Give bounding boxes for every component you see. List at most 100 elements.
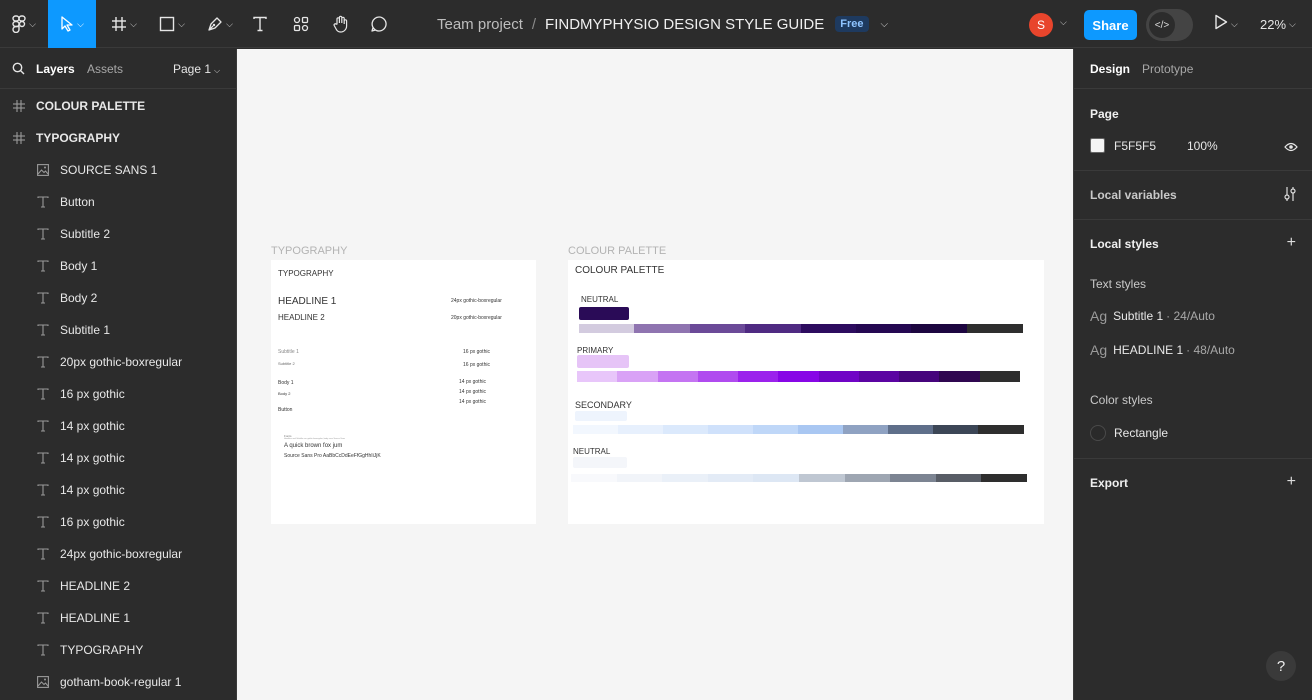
layer-name: Subtitle 1 — [60, 323, 111, 337]
layer-row[interactable]: 14 px gothic — [0, 442, 236, 474]
share-button[interactable]: Share — [1084, 10, 1137, 40]
text-tool-button[interactable] — [246, 0, 274, 48]
palette-ramp-swatch — [799, 474, 846, 482]
add-style-plus-icon[interactable]: + — [1287, 235, 1296, 251]
layer-row[interactable]: 14 px gothic — [0, 410, 236, 442]
page-selector[interactable]: Page 1 ⌵ — [173, 62, 220, 76]
search-icon[interactable] — [12, 62, 25, 80]
layer-row[interactable]: Button — [0, 186, 236, 218]
present-button[interactable]: ⌵ — [1214, 0, 1238, 48]
pen-tool-button[interactable]: ⌵ — [200, 0, 240, 48]
layer-row[interactable]: Body 2 — [0, 282, 236, 314]
file-name[interactable]: FINDMYPHYSIO DESIGN STYLE GUIDE — [545, 16, 824, 33]
page-color-swatch[interactable] — [1090, 138, 1105, 153]
page-opacity-value[interactable]: 100% — [1187, 139, 1218, 153]
layer-row[interactable]: Body 1 — [0, 250, 236, 282]
eye-icon[interactable] — [1284, 139, 1298, 157]
typography-frame-label[interactable]: TYPOGRAPHY — [271, 245, 347, 257]
shape-tool-button[interactable]: ⌵ — [152, 0, 192, 48]
palette-ramp-swatch — [911, 324, 968, 333]
body1-spec: 14 px gothic — [459, 379, 486, 385]
tab-assets[interactable]: Assets — [87, 62, 123, 76]
help-button[interactable]: ? — [1266, 651, 1296, 681]
comment-tool-button[interactable] — [366, 0, 392, 48]
page-color-value[interactable]: F5F5F5 — [1114, 139, 1156, 153]
layer-row[interactable]: Subtitle 1 — [0, 314, 236, 346]
local-variables-label[interactable]: Local variables — [1090, 188, 1177, 202]
palette-ramp-swatch — [890, 474, 937, 482]
hand-tool-button[interactable] — [328, 0, 354, 48]
text-style-icon: Ag — [1090, 342, 1108, 358]
subtitle1-sample: Subtitle 1 — [278, 349, 299, 355]
body2-spec: 14 px gothic — [459, 389, 486, 395]
zoom-level: 22% — [1260, 16, 1287, 32]
dev-mode-toggle[interactable]: </> — [1146, 9, 1193, 41]
palette-ramp-swatch — [778, 371, 820, 382]
color-style-swatch[interactable] — [1090, 425, 1106, 441]
layer-name: gotham-book-regular 1 — [60, 675, 182, 689]
palette-group-label: NEUTRAL — [573, 447, 611, 456]
palette-ramp-swatch — [933, 425, 979, 434]
layer-name: Subtitle 2 — [60, 227, 111, 241]
text-style-meta: · 48/Auto — [1186, 343, 1235, 357]
layer-row[interactable]: TYPOGRAPHY — [0, 122, 236, 154]
toolbar: ⌵ ⌵ ⌵ ⌵ ⌵ Team project / FINDMYPHYSIO DE… — [0, 0, 1312, 48]
layer-row[interactable]: gotham-book-regular 1 — [0, 666, 236, 698]
palette-ramp-swatch — [939, 371, 981, 382]
layer-name: 16 px gothic — [60, 387, 125, 401]
zoom-menu[interactable]: 22% ⌵ — [1260, 0, 1296, 48]
variables-sliders-icon[interactable] — [1283, 186, 1297, 207]
layer-row[interactable]: HEADLINE 1 — [0, 602, 236, 634]
layer-name: COLOUR PALETTE — [36, 99, 146, 113]
layer-row[interactable]: 16 px gothic — [0, 506, 236, 538]
text-style-meta: · 24/Auto — [1166, 309, 1215, 323]
project-link[interactable]: Team project — [437, 16, 523, 33]
layer-row[interactable]: 14 px gothic — [0, 474, 236, 506]
avatar[interactable]: S — [1029, 13, 1053, 37]
export-heading[interactable]: Export — [1090, 476, 1128, 490]
layer-name: 24px gothic-boxregular — [60, 547, 183, 561]
code-icon: </> — [1149, 12, 1175, 38]
palette-ramp-swatch — [571, 474, 618, 482]
layer-row[interactable]: SOURCE SANS 1 — [0, 154, 236, 186]
color-style-name[interactable]: Rectangle — [1114, 426, 1168, 440]
palette-ramp-swatch — [708, 425, 754, 434]
layer-row[interactable]: HEADLINE 2 — [0, 570, 236, 602]
tab-layers[interactable]: Layers — [36, 62, 75, 76]
palette-ramp-swatch — [858, 371, 900, 382]
palette-frame-label[interactable]: COLOUR PALETTE — [568, 245, 666, 257]
layer-row[interactable]: 16 px gothic — [0, 378, 236, 410]
palette-ramp-swatch — [843, 425, 889, 434]
frame-tool-button[interactable]: ⌵ — [104, 0, 144, 48]
layer-row[interactable]: COLOUR PALETTE — [0, 90, 236, 122]
text-style-item[interactable]: Ag Subtitle 1 · 24/Auto — [1090, 308, 1215, 324]
colour-palette-frame[interactable]: COLOUR PALETTE NEUTRAL PRIMARY SECONDARY NE… — [568, 260, 1044, 524]
palette-key-swatch — [573, 457, 627, 468]
layer-row[interactable]: 24px gothic-boxregular — [0, 538, 236, 570]
tab-design[interactable]: Design — [1090, 62, 1130, 76]
add-export-plus-icon[interactable]: + — [1287, 474, 1296, 490]
layer-row[interactable]: Subtitle 2 — [0, 218, 236, 250]
move-tool-button[interactable]: ⌵ — [48, 0, 96, 48]
layer-row[interactable]: 20px gothic-boxregular — [0, 346, 236, 378]
palette-ramp-swatch — [855, 324, 912, 333]
font-sample-line: A quick brown fox jum — [284, 443, 343, 449]
palette-ramp-swatch — [663, 425, 709, 434]
canvas[interactable]: TYPOGRAPHY TYPOGRAPHY HEADLINE 1 24px go… — [237, 49, 1073, 700]
page-name: Page 1 — [173, 62, 212, 76]
hand-tool-icon — [332, 15, 350, 33]
file-menu-chevron-icon[interactable]: ⌵ — [881, 19, 889, 30]
resources-button[interactable] — [288, 0, 314, 48]
figma-menu-button[interactable]: ⌵ — [6, 0, 42, 48]
text-style-item[interactable]: Ag HEADLINE 1 · 48/Auto — [1090, 342, 1235, 358]
subtitle2-sample: Subtitle 2 — [278, 361, 295, 366]
typography-title: TYPOGRAPHY — [278, 269, 334, 278]
layer-row[interactable]: TYPOGRAPHY — [0, 634, 236, 666]
avatar-chevron-icon[interactable]: ⌵ — [1060, 17, 1067, 28]
layers-panel-header: Layers Assets Page 1 ⌵ — [0, 49, 236, 89]
tab-prototype[interactable]: Prototype — [1142, 62, 1193, 76]
palette-group-label: PRIMARY — [577, 346, 614, 355]
text-layer-icon — [36, 419, 50, 433]
layers-panel: Layers Assets Page 1 ⌵ COLOUR PALETTE TYPO… — [0, 49, 237, 700]
typography-frame[interactable]: TYPOGRAPHY HEADLINE 1 24px gothic-boxreg… — [271, 260, 536, 524]
